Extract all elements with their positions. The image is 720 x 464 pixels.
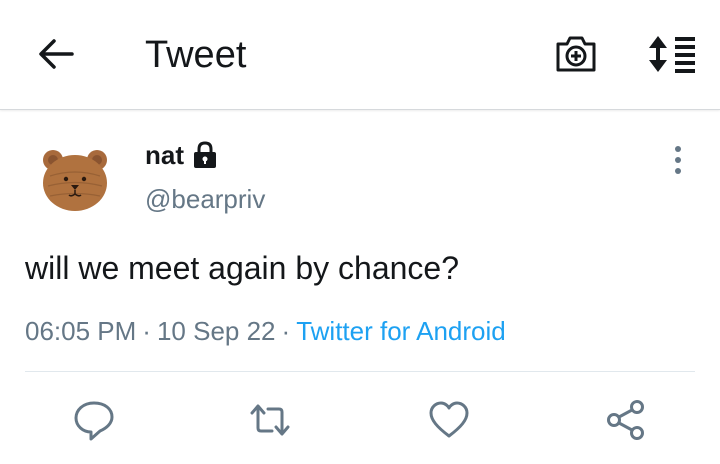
reply-button[interactable] xyxy=(72,398,116,442)
more-options-button[interactable] xyxy=(664,145,692,175)
retweet-icon xyxy=(250,404,290,436)
divider xyxy=(25,371,695,372)
back-arrow-icon xyxy=(39,39,74,69)
reply-icon xyxy=(74,401,114,441)
user-handle[interactable]: @bearpriv xyxy=(145,184,265,215)
meta-separator: · xyxy=(281,316,291,346)
meta-separator: · xyxy=(142,316,151,346)
tweet-text: will we meet again by chance? xyxy=(25,250,460,286)
retweet-button[interactable] xyxy=(248,398,292,442)
tweet-date: 10 Sep 22 xyxy=(156,316,276,346)
avatar[interactable] xyxy=(40,146,110,214)
top-app-bar: Tweet xyxy=(0,0,720,110)
back-button[interactable] xyxy=(34,34,78,74)
bear-avatar-icon xyxy=(43,150,107,211)
like-button[interactable] xyxy=(427,398,471,442)
camera-plus-icon xyxy=(556,36,596,72)
lock-icon xyxy=(194,141,216,168)
tweet-source-link[interactable]: Twitter for Android xyxy=(296,316,506,346)
sort-list-icon xyxy=(649,36,695,73)
page-title: Tweet xyxy=(145,34,247,76)
display-name[interactable]: nat xyxy=(145,140,184,171)
camera-button[interactable] xyxy=(553,33,599,75)
more-vertical-icon xyxy=(675,146,681,174)
author-name-row: nat xyxy=(145,138,218,172)
heart-icon xyxy=(429,401,469,438)
sort-button[interactable] xyxy=(647,34,699,74)
share-button[interactable] xyxy=(604,398,648,442)
tweet-time: 06:05 PM xyxy=(25,316,137,346)
tweet-metadata: 06:05 PM · 10 Sep 22 · Twitter for Android xyxy=(25,316,506,347)
share-icon xyxy=(607,400,644,440)
